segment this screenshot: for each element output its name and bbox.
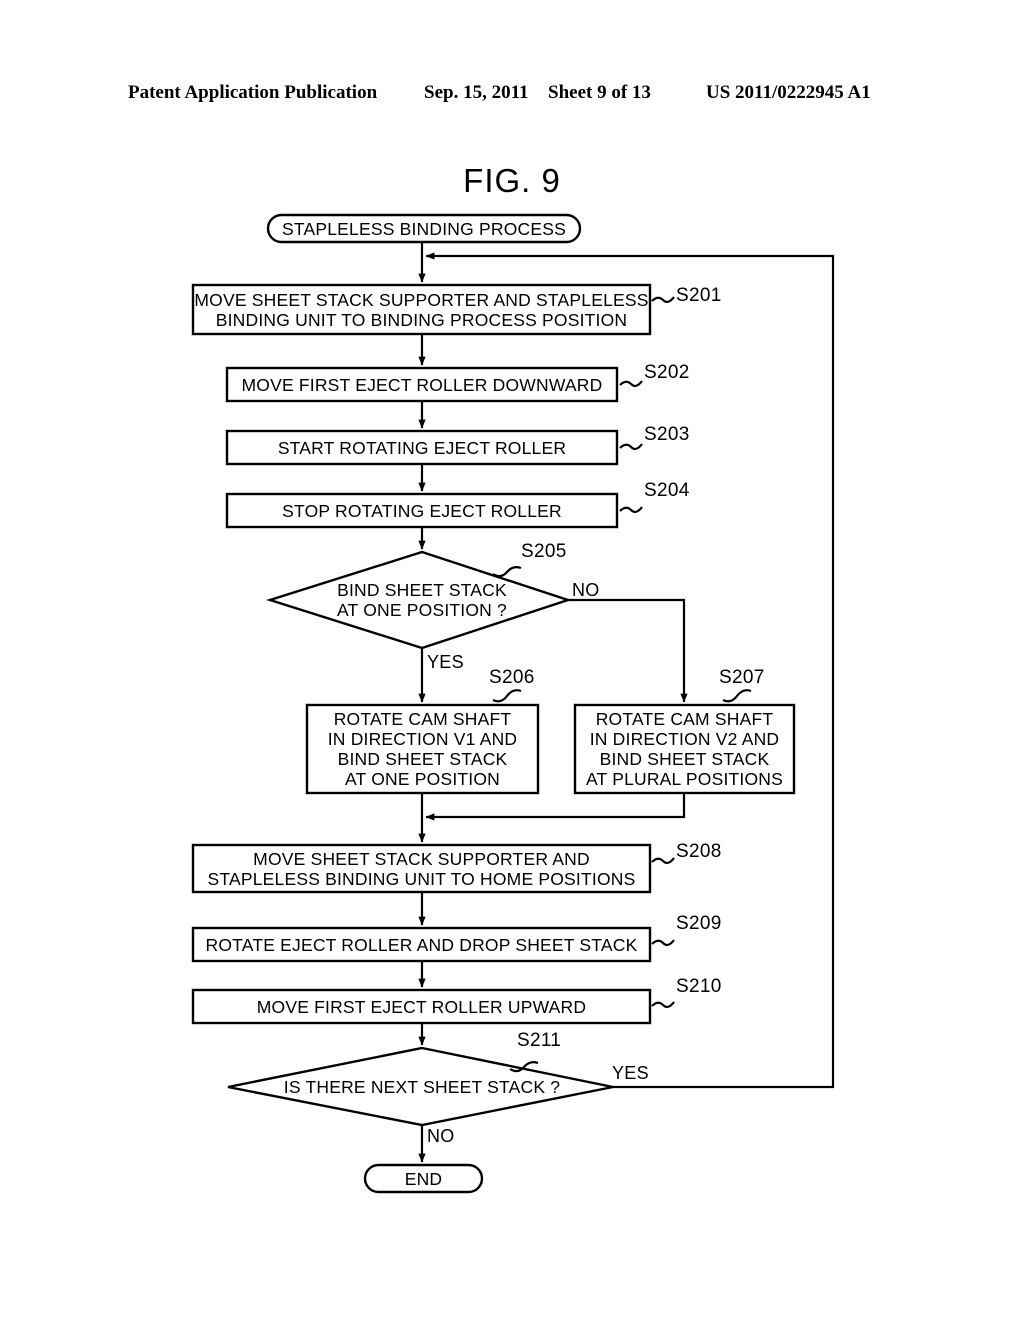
step-id-s203: S203 xyxy=(644,424,690,445)
step-box-s201 xyxy=(191,283,652,336)
step-box-s207 xyxy=(573,703,796,795)
connector-s205-no-to-s207 xyxy=(568,598,688,703)
connector-s207-to-merge xyxy=(425,793,686,821)
decision-shape-s205 xyxy=(266,550,572,650)
leader-s203 xyxy=(619,443,643,451)
end-terminator-shape xyxy=(363,1163,484,1194)
branch-label-s205-yes: YES xyxy=(427,652,464,672)
leader-s208 xyxy=(651,857,675,865)
step-id-s210: S210 xyxy=(676,976,722,997)
step-box-s208 xyxy=(191,843,652,894)
step-id-s208: S208 xyxy=(676,841,722,862)
step-id-s211: S211 xyxy=(517,1030,562,1051)
leader-s210 xyxy=(651,1001,675,1009)
leader-s204 xyxy=(619,506,643,514)
step-id-s207: S207 xyxy=(719,667,765,688)
leader-s205 xyxy=(492,566,522,578)
branch-label-s211-yes: YES xyxy=(612,1063,649,1083)
step-id-s204: S204 xyxy=(644,480,690,501)
branch-label-s211-no: NO xyxy=(427,1126,455,1146)
step-id-s206: S206 xyxy=(489,667,535,688)
connector-s211-yes-feedback-loop xyxy=(425,252,835,1089)
step-id-s202: S202 xyxy=(644,362,690,383)
flowchart-diagram xyxy=(191,213,835,1194)
step-box-s206 xyxy=(305,703,540,795)
step-id-s205: S205 xyxy=(521,541,567,562)
step-box-s209 xyxy=(191,926,652,963)
leader-s202 xyxy=(619,380,643,388)
leader-s201 xyxy=(651,296,675,304)
leader-s207 xyxy=(722,689,752,703)
decision-shape-s211 xyxy=(227,1046,614,1127)
start-terminator-shape xyxy=(266,213,582,244)
step-box-s202 xyxy=(225,366,619,403)
step-box-s204 xyxy=(225,492,619,529)
leader-s209 xyxy=(651,939,675,947)
leader-s206 xyxy=(492,689,522,703)
step-box-s203 xyxy=(225,429,619,466)
branch-label-s205-no: NO xyxy=(572,580,600,600)
step-id-s201: S201 xyxy=(676,285,722,306)
step-box-s210 xyxy=(191,988,652,1025)
step-id-s209: S209 xyxy=(676,913,722,934)
